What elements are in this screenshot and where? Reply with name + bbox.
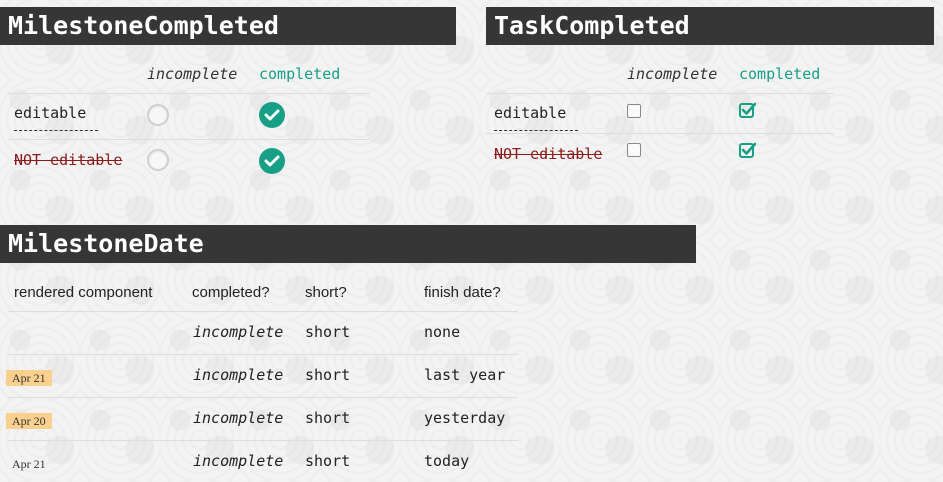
cell-finish: today [424,452,470,470]
row-divider [8,139,370,140]
cell-completed: incomplete [193,409,284,427]
row-divider [8,354,518,355]
radio-empty-icon[interactable] [147,104,169,126]
row-divider [486,133,834,134]
checkbox-checked-icon [739,142,757,158]
cell-completed: incomplete [193,323,284,341]
header-completed: completed? [192,284,270,301]
row-divider [486,93,834,94]
cell-completed: incomplete [193,366,284,384]
row-divider [8,311,518,312]
col-incomplete: incomplete [147,65,238,83]
cell-finish: none [424,323,461,341]
row-label-editable: editable [494,104,578,131]
milestone-date-title: MilestoneDate [0,225,696,263]
milestone-completed-title: MilestoneCompleted [0,7,456,45]
checkbox-empty-icon [627,143,641,157]
col-incomplete: incomplete [627,65,718,83]
header-rendered-component: rendered component [14,284,153,301]
col-completed: completed [259,65,341,83]
cell-short: short [305,323,351,341]
task-completed-section: TaskCompleted incomplete completed edita… [486,7,936,197]
col-completed: completed [739,65,821,83]
cell-short: short [305,452,351,470]
header-finish-date: finish date? [424,284,501,301]
cell-completed: incomplete [193,452,284,470]
checkbox-checked-icon[interactable] [739,101,757,119]
row-label-editable: editable [14,104,98,131]
row-label-not-editable: NOT editable [494,145,603,163]
milestone-date-section: MilestoneDate rendered component complet… [0,225,700,482]
cell-finish: yesterday [424,409,506,427]
milestone-completed-section: MilestoneCompleted incomplete completed … [0,7,460,197]
checkbox-empty-icon[interactable] [627,104,641,118]
milestone-date-badge[interactable]: Apr 21 [6,370,52,386]
cell-short: short [305,409,351,427]
cell-finish: last year [424,366,506,384]
check-circle-icon[interactable] [259,102,285,128]
row-divider [8,397,518,398]
row-divider [8,93,370,94]
header-short: short? [305,284,347,301]
cell-short: short [305,366,351,384]
milestone-date-badge[interactable]: Apr 20 [6,413,52,429]
milestone-date-badge[interactable]: Apr 21 [6,456,52,472]
row-label-not-editable: NOT editable [14,151,123,169]
task-completed-title: TaskCompleted [486,7,934,45]
check-circle-icon [259,148,285,174]
row-divider [8,440,518,441]
radio-empty-icon [147,149,169,171]
